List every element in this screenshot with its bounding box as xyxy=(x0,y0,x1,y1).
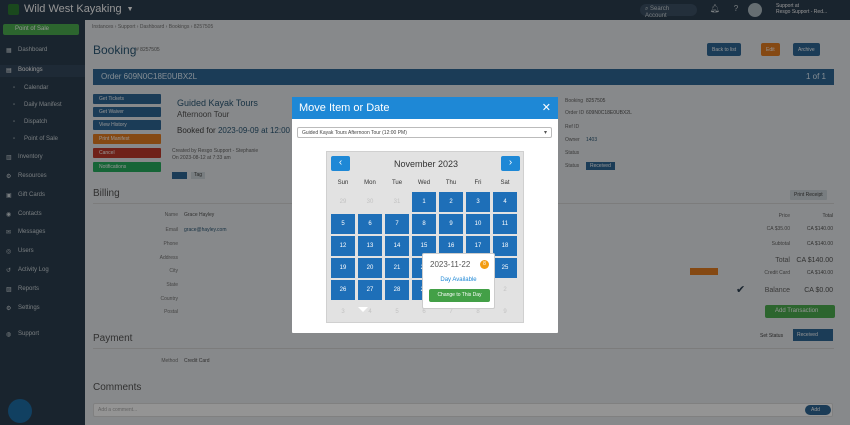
calendar-day: 3 xyxy=(341,309,345,315)
calendar-day[interactable]: 8 xyxy=(412,214,436,234)
prev-month-button[interactable]: ‹ xyxy=(331,156,350,171)
weekday-label: Thu xyxy=(445,180,457,186)
popover-date: 2023-11-22 xyxy=(430,260,471,269)
weekday-label: Wed xyxy=(417,180,431,186)
calendar-day: 30 xyxy=(366,199,374,205)
calendar-day[interactable]: 20 xyxy=(358,258,382,278)
calendar-day: 29 xyxy=(339,199,347,205)
weekday-label: Fri xyxy=(474,180,482,186)
calendar-day[interactable]: 14 xyxy=(385,236,409,256)
weekday-label: Sun xyxy=(337,180,349,186)
calendar-day: 5 xyxy=(395,309,399,315)
calendar-day: 9 xyxy=(503,309,507,315)
tour-select[interactable]: Guided Kayak Tours Afternoon Tour (12:00… xyxy=(297,127,552,138)
calendar-day[interactable]: 27 xyxy=(358,280,382,300)
calendar-day[interactable]: 26 xyxy=(331,280,355,300)
next-month-button[interactable]: › xyxy=(501,156,520,171)
calendar-day[interactable]: 19 xyxy=(331,258,355,278)
calendar-day[interactable]: 3 xyxy=(466,192,490,212)
calendar-day[interactable]: 11 xyxy=(493,214,517,234)
date-calendar: ‹ November 2023 › Sun Mon Tue Wed Thu Fri Sat 2… xyxy=(326,151,524,323)
modal-title: Move Item or Date xyxy=(299,102,390,114)
calendar-day[interactable]: 13 xyxy=(358,236,382,256)
calendar-day[interactable]: 12 xyxy=(331,236,355,256)
calendar-day[interactable]: 28 xyxy=(385,280,409,300)
calendar-day: 4 xyxy=(368,309,372,315)
calendar-month: November 2023 xyxy=(393,159,459,169)
calendar-day[interactable]: 18 xyxy=(493,236,517,256)
popover-arrow xyxy=(358,307,368,312)
weekday-label: Tue xyxy=(391,180,403,186)
availability-badge: 8 xyxy=(480,260,489,269)
move-item-modal: Move Item or Date ✕ Guided Kayak Tours A… xyxy=(292,97,558,333)
calendar-day[interactable]: 4 xyxy=(493,192,517,212)
calendar-day[interactable]: 6 xyxy=(358,214,382,234)
close-icon[interactable]: ✕ xyxy=(542,101,551,114)
calendar-day[interactable]: 5 xyxy=(331,214,355,234)
calendar-day[interactable]: 21 xyxy=(385,258,409,278)
chevron-down-icon: ▾ xyxy=(543,130,547,136)
calendar-day[interactable]: 2 xyxy=(439,192,463,212)
calendar-day: 2 xyxy=(503,287,507,293)
weekday-label: Mon xyxy=(364,180,376,186)
weekday-label: Sat xyxy=(500,180,510,186)
calendar-day[interactable]: 9 xyxy=(439,214,463,234)
change-to-this-day-button[interactable]: Change to This Day xyxy=(429,289,490,302)
calendar-day[interactable]: 1 xyxy=(412,192,436,212)
tour-select-value: Guided Kayak Tours Afternoon Tour (12:00… xyxy=(302,130,407,136)
day-popover: 2023-11-22 8 Day Available Change to Thi… xyxy=(422,253,495,309)
calendar-day[interactable]: 7 xyxy=(385,214,409,234)
modal-header: Move Item or Date ✕ xyxy=(292,97,558,119)
calendar-day: 31 xyxy=(393,199,401,205)
day-available-label: Day Available xyxy=(440,277,477,283)
calendar-day[interactable]: 10 xyxy=(466,214,490,234)
calendar-day[interactable]: 25 xyxy=(493,258,517,278)
